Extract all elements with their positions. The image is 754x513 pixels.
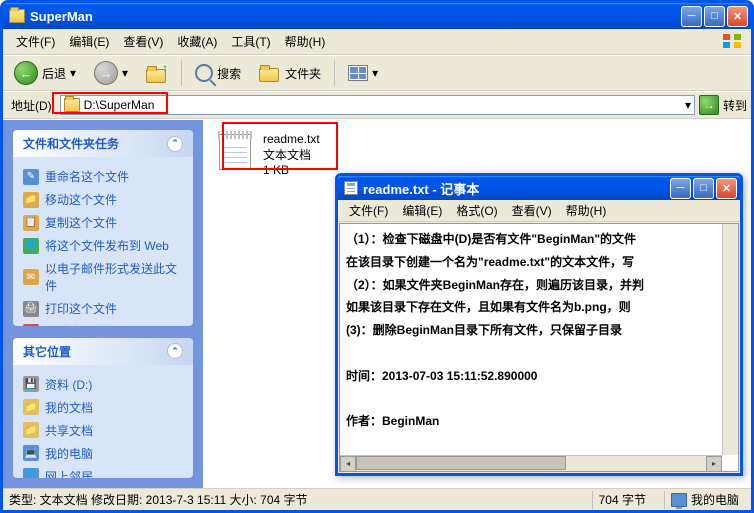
place-drive[interactable]: 💾资料 (D:) (23, 373, 183, 396)
search-icon (195, 64, 213, 82)
back-arrow-icon: ← (14, 61, 38, 85)
text-line: 如果该目录下存在文件，且如果有文件名为b.png，则 (346, 296, 732, 319)
status-text: 类型: 文本文档 修改日期: 2013-7-3 15:11 大小: 704 字节 (9, 491, 308, 508)
forward-arrow-icon: → (94, 61, 118, 85)
place-computer[interactable]: 💻我的电脑 (23, 442, 183, 465)
views-icon (348, 65, 368, 81)
file-size: 1 KB (263, 163, 320, 179)
task-print[interactable]: 🖨打印这个文件 (23, 297, 183, 320)
search-button[interactable]: 搜索 (188, 58, 248, 88)
text-line: 在该目录下创建一个名为"readme.txt"的文本文件，写 (346, 251, 732, 274)
scroll-right-button[interactable]: ▸ (706, 456, 722, 472)
views-button[interactable]: ▾ (341, 58, 385, 88)
notepad-minimize-button[interactable]: ─ (670, 178, 691, 199)
window-title: SuperMan (30, 9, 681, 24)
explorer-titlebar[interactable]: SuperMan ─ □ ✕ (3, 3, 751, 29)
place-documents[interactable]: 📁我的文档 (23, 396, 183, 419)
menu-edit[interactable]: 编辑(E) (62, 30, 116, 53)
menu-view[interactable]: 查看(V) (116, 30, 170, 53)
text-line: 作者：BeginMan (346, 410, 732, 433)
close-button[interactable]: ✕ (727, 6, 748, 27)
task-delete[interactable]: ✕删除这个文件 (23, 320, 183, 326)
tasks-panel: 文件和文件夹任务 ⌃ ✎重命名这个文件 📁移动这个文件 📋复制这个文件 🌐将这个… (13, 130, 193, 326)
task-copy[interactable]: 📋复制这个文件 (23, 211, 183, 234)
address-input[interactable]: D:\SuperMan ▾ (60, 95, 695, 115)
back-button[interactable]: ← 后退 ▾ (7, 58, 83, 88)
explorer-toolbar: ← 后退 ▾ → ▾ ↑ 搜索 文件夹 ▾ (3, 55, 751, 91)
notepad-window: readme.txt - 记事本 ─ □ ✕ 文件(F) 编辑(E) 格式(O)… (335, 173, 743, 476)
text-line: 时间：2013-07-03 15:11:52.890000 (346, 365, 732, 388)
menu-file[interactable]: 文件(F) (9, 30, 62, 53)
computer-icon (671, 493, 687, 507)
notepad-icon (344, 181, 358, 195)
np-menu-file[interactable]: 文件(F) (342, 199, 395, 222)
address-label: 地址(D) (7, 97, 56, 114)
status-location: 我的电脑 (691, 491, 739, 508)
np-menu-view[interactable]: 查看(V) (505, 199, 559, 222)
task-move[interactable]: 📁移动这个文件 (23, 188, 183, 211)
chevron-down-icon[interactable]: ▾ (685, 98, 691, 112)
folder-icon (9, 9, 25, 23)
go-label: 转到 (723, 97, 747, 114)
address-path: D:\SuperMan (84, 98, 155, 112)
file-name: readme.txt (263, 132, 320, 148)
menu-favorites[interactable]: 收藏(A) (170, 30, 224, 53)
go-button[interactable]: → (699, 95, 719, 115)
folders-button[interactable]: 文件夹 (252, 58, 328, 88)
task-rename[interactable]: ✎重命名这个文件 (23, 165, 183, 188)
text-line: （1）：检查下磁盘中(D)是否有文件"BeginMan"的文件 (346, 228, 732, 251)
file-type: 文本文档 (263, 148, 320, 164)
maximize-button[interactable]: □ (704, 6, 725, 27)
np-menu-help[interactable]: 帮助(H) (559, 199, 614, 222)
menu-tools[interactable]: 工具(T) (224, 30, 277, 53)
scroll-left-button[interactable]: ◂ (340, 456, 356, 472)
up-button[interactable]: ↑ (139, 58, 175, 88)
chevron-up-icon: ⌃ (167, 136, 183, 152)
place-network[interactable]: 🌐网上邻居 (23, 465, 183, 478)
text-line: （2）：如果文件夹BeginMan存在，则遍历该目录，并判 (346, 274, 732, 297)
chevron-up-icon: ⌃ (167, 343, 183, 359)
notepad-titlebar[interactable]: readme.txt - 记事本 ─ □ ✕ (338, 176, 740, 200)
notepad-maximize-button[interactable]: □ (693, 178, 714, 199)
address-bar: 地址(D) D:\SuperMan ▾ → 转到 (3, 91, 751, 119)
explorer-menubar: 文件(F) 编辑(E) 查看(V) 收藏(A) 工具(T) 帮助(H) (3, 29, 751, 55)
menu-help[interactable]: 帮助(H) (278, 30, 333, 53)
text-line: (3)：删除BeginMan目录下所有文件，只保留子目录 (346, 319, 732, 342)
tasks-panel-header[interactable]: 文件和文件夹任务 ⌃ (13, 130, 193, 157)
text-file-icon (215, 132, 255, 172)
task-email[interactable]: ✉以电子邮件形式发送此文件 (23, 257, 183, 297)
explorer-statusbar: 类型: 文本文档 修改日期: 2013-7-3 15:11 大小: 704 字节… (3, 488, 751, 510)
status-size: 704 字节 (599, 491, 646, 508)
notepad-close-button[interactable]: ✕ (716, 178, 737, 199)
np-menu-edit[interactable]: 编辑(E) (395, 199, 449, 222)
text-line (346, 388, 732, 411)
places-panel: 其它位置 ⌃ 💾资料 (D:) 📁我的文档 📁共享文档 💻我的电脑 🌐网上邻居 (13, 338, 193, 478)
task-publish[interactable]: 🌐将这个文件发布到 Web (23, 234, 183, 257)
vertical-scrollbar[interactable] (722, 224, 738, 455)
horizontal-scrollbar[interactable]: ◂ ▸ (340, 455, 722, 471)
notepad-menubar: 文件(F) 编辑(E) 格式(O) 查看(V) 帮助(H) (338, 200, 740, 222)
folder-icon (64, 98, 80, 112)
places-panel-header[interactable]: 其它位置 ⌃ (13, 338, 193, 365)
notepad-title: readme.txt - 记事本 (363, 179, 670, 198)
chevron-down-icon: ▾ (70, 66, 76, 80)
chevron-down-icon: ▾ (372, 66, 378, 80)
explorer-sidebar: 文件和文件夹任务 ⌃ ✎重命名这个文件 📁移动这个文件 📋复制这个文件 🌐将这个… (3, 120, 203, 488)
minimize-button[interactable]: ─ (681, 6, 702, 27)
chevron-down-icon: ▾ (122, 66, 128, 80)
windows-flag-icon (717, 31, 747, 51)
np-menu-format[interactable]: 格式(O) (449, 199, 504, 222)
place-shared[interactable]: 📁共享文档 (23, 419, 183, 442)
notepad-text-area[interactable]: （1）：检查下磁盘中(D)是否有文件"BeginMan"的文件 在该目录下创建一… (339, 223, 739, 472)
forward-button[interactable]: → ▾ (87, 58, 135, 88)
text-line (346, 342, 732, 365)
scroll-thumb[interactable] (356, 456, 566, 470)
